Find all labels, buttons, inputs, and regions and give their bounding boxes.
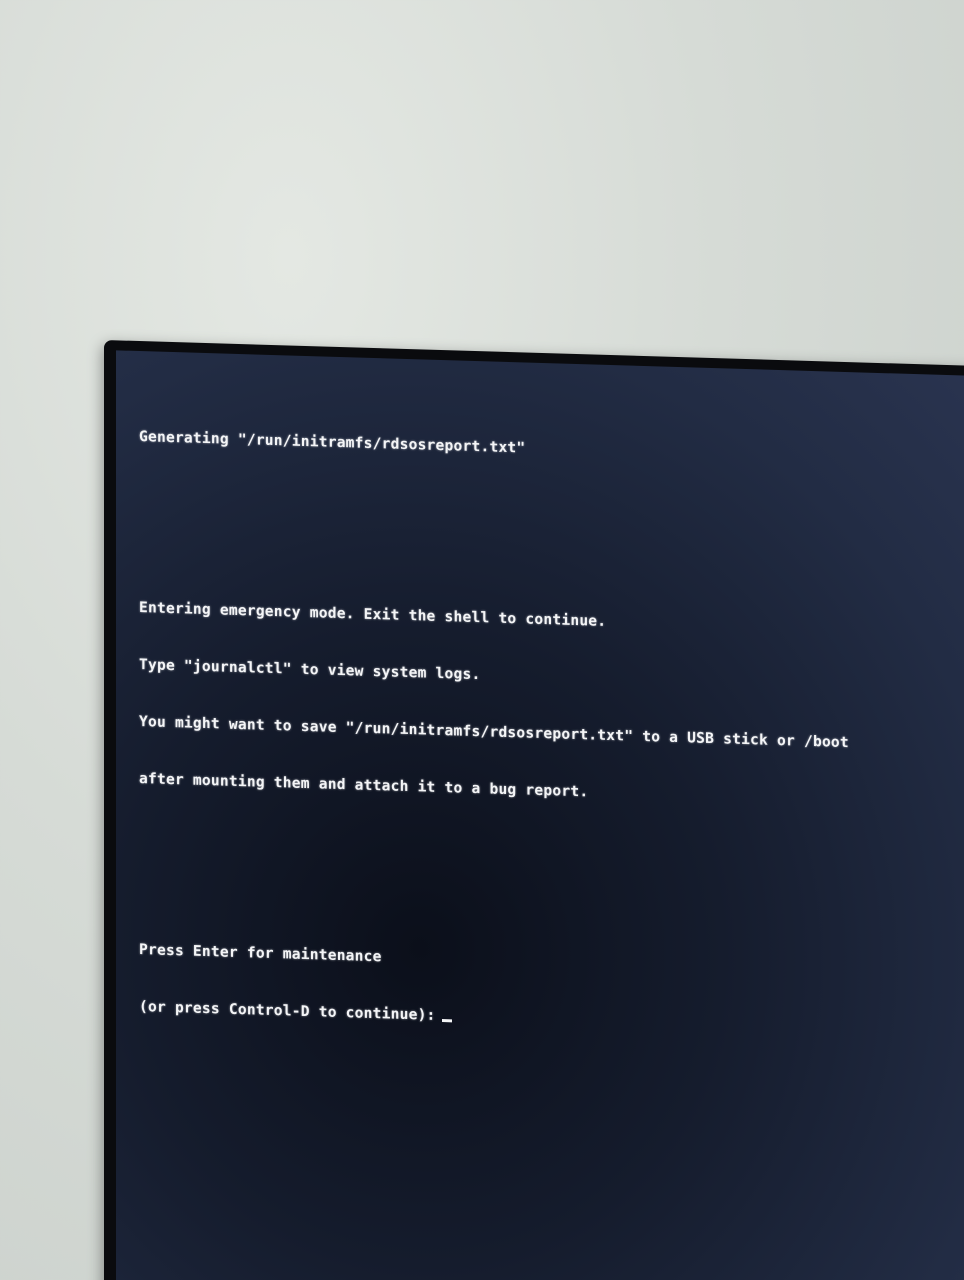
emergency-shell-terminal[interactable]: Generating "/run/initramfs/rdsosreport.t…: [139, 389, 899, 1077]
terminal-line-journalctl: Type "journalctl" to view system logs.: [139, 656, 481, 684]
monitor-bezel: Generating "/run/initramfs/rdsosreport.t…: [104, 340, 964, 1280]
terminal-line-generating: Generating "/run/initramfs/rdsosreport.t…: [139, 428, 526, 457]
text-cursor[interactable]: [441, 1019, 452, 1023]
terminal-line-emergency-mode: Entering emergency mode. Exit the shell …: [139, 599, 607, 630]
terminal-line-save-report: You might want to save "/run/initramfs/r…: [139, 713, 849, 752]
terminal-prompt-text: (or press Control-D to continue):: [139, 998, 436, 1024]
terminal-prompt-line[interactable]: (or press Control-D to continue):: [139, 997, 899, 1039]
terminal-line-attach-report: after mounting them and attach it to a b…: [139, 770, 589, 801]
console-screen[interactable]: Generating "/run/initramfs/rdsosreport.t…: [116, 350, 964, 1280]
terminal-line-press-enter: Press Enter for maintenance: [139, 941, 382, 966]
